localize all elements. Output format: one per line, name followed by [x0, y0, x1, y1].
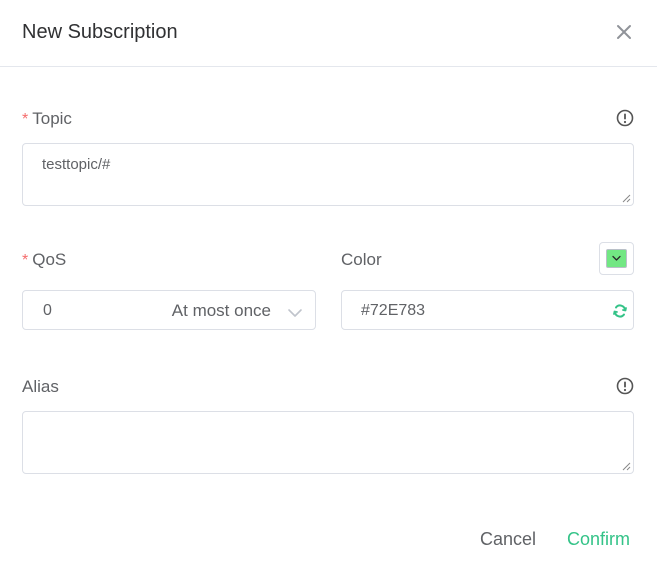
topic-info-icon[interactable] [616, 109, 634, 127]
topic-required-mark: * [22, 111, 29, 128]
color-picker-button[interactable] [599, 242, 634, 275]
chevron-down-icon [288, 309, 302, 317]
refresh-icon[interactable] [612, 303, 628, 319]
cancel-button[interactable]: Cancel [480, 528, 536, 550]
confirm-button[interactable]: Confirm [567, 528, 630, 550]
dialog-title: New Subscription [22, 21, 178, 43]
resize-grip-icon[interactable] [621, 193, 631, 203]
color-label: Color [341, 250, 382, 269]
chevron-down-icon [612, 255, 621, 261]
qos-required-mark: * [22, 252, 29, 269]
qos-value: 0 [43, 302, 52, 319]
dialog-header: New Subscription [0, 0, 657, 67]
close-icon[interactable] [610, 18, 638, 46]
color-input[interactable]: #72E783 [341, 290, 634, 330]
new-subscription-dialog: New Subscription * Topic testtopic/# * QoS… [0, 0, 657, 575]
qos-value-description: At most once [171, 301, 271, 320]
resize-grip-icon[interactable] [621, 461, 631, 471]
qos-label: * QoS [22, 250, 66, 271]
alias-info-icon[interactable] [616, 377, 634, 395]
qos-select[interactable]: 0 At most once [22, 290, 316, 330]
topic-input[interactable]: testtopic/# [22, 143, 634, 206]
topic-input-value: testtopic/# [42, 156, 111, 173]
qos-label-text: QoS [32, 250, 67, 269]
topic-label: * Topic [22, 109, 72, 130]
color-value: #72E783 [361, 302, 426, 319]
topic-label-text: Topic [32, 109, 72, 128]
alias-label: Alias [22, 377, 59, 396]
color-swatch [606, 249, 627, 268]
alias-input[interactable] [22, 411, 634, 474]
